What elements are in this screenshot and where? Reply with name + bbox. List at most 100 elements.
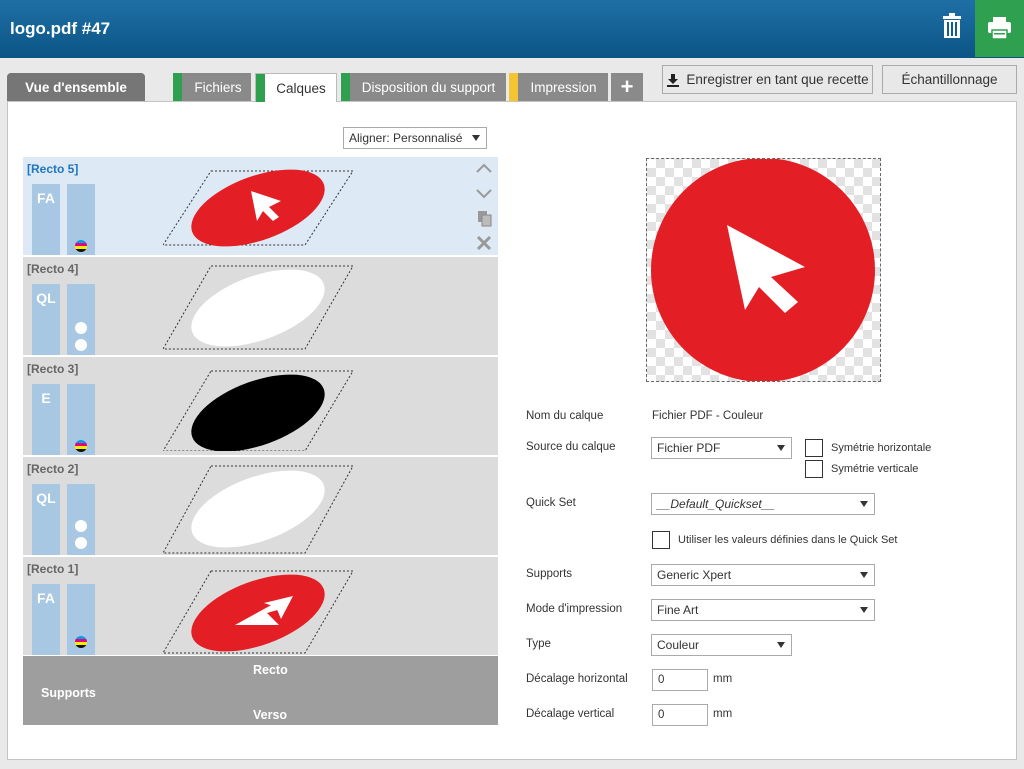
printer-icon bbox=[988, 17, 1011, 40]
supports-verso: Verso bbox=[253, 708, 288, 722]
layer-color-indicator bbox=[67, 584, 95, 655]
chevron-up-icon[interactable] bbox=[473, 160, 495, 176]
layer-mode-label: E bbox=[41, 390, 51, 406]
title-bar: logo.pdf #47 bbox=[0, 0, 1024, 58]
tab-layout-label: Disposition du support bbox=[361, 79, 496, 95]
layer-color-indicator bbox=[67, 484, 95, 555]
type-value: Couleur bbox=[657, 638, 700, 652]
chevron-down-icon[interactable] bbox=[473, 185, 495, 201]
supports-recto: Recto bbox=[253, 663, 288, 677]
chevron-down-icon bbox=[777, 445, 785, 451]
layer-mode-badge: QL bbox=[32, 284, 60, 355]
offset-vertical-label: Décalage vertical bbox=[526, 708, 615, 720]
layer-name-label: Nom du calque bbox=[526, 410, 604, 422]
layer-thumbnail bbox=[163, 465, 354, 554]
layer-name: [Recto 3] bbox=[27, 362, 79, 376]
save-recipe-label: Enregistrer en tant que recette bbox=[686, 72, 869, 87]
white-dots-icon bbox=[75, 520, 87, 549]
status-stripe bbox=[256, 74, 265, 102]
cmyk-icon bbox=[75, 636, 87, 648]
layer-item[interactable]: [Recto 2] QL bbox=[23, 457, 498, 555]
white-dots-icon bbox=[75, 322, 87, 351]
layer-color-indicator bbox=[67, 384, 95, 455]
supports-row: Supports Recto Verso bbox=[23, 656, 498, 725]
layer-mode-label: QL bbox=[36, 490, 56, 506]
mirror-vertical-checkbox[interactable] bbox=[805, 460, 823, 478]
layer-name: [Recto 1] bbox=[27, 562, 79, 576]
sampling-button[interactable]: Échantillonnage bbox=[882, 65, 1017, 94]
tab-print[interactable]: Impression bbox=[509, 73, 608, 101]
tab-print-label: Impression bbox=[530, 79, 597, 95]
tab-layout[interactable]: Disposition du support bbox=[341, 73, 506, 101]
tab-layers[interactable]: Calques bbox=[255, 73, 337, 102]
tab-files-label: Fichiers bbox=[194, 79, 242, 95]
quickset-value: __Default_Quickset__ bbox=[657, 497, 776, 511]
close-icon[interactable] bbox=[473, 235, 495, 251]
type-select[interactable]: Couleur bbox=[651, 634, 792, 656]
layer-mode-badge: QL bbox=[32, 484, 60, 555]
add-tab-button[interactable]: + bbox=[611, 73, 643, 101]
layer-name-value: Fichier PDF - Couleur bbox=[652, 410, 764, 422]
cmyk-icon bbox=[75, 440, 87, 452]
offset-vertical-input[interactable]: 0 bbox=[652, 704, 708, 726]
print-mode-label: Mode d'impression bbox=[526, 603, 623, 615]
align-select[interactable]: Aligner: Personnalisé bbox=[343, 127, 487, 149]
layer-mode-label: QL bbox=[36, 290, 56, 306]
tab-overview[interactable]: Vue d'ensemble bbox=[7, 73, 145, 101]
mirror-horizontal-label: Symétrie horizontale bbox=[831, 442, 932, 454]
type-label: Type bbox=[526, 638, 551, 650]
layer-color-indicator bbox=[67, 284, 95, 355]
tab-layers-label: Calques bbox=[276, 80, 326, 96]
layer-color-indicator bbox=[67, 184, 95, 255]
supports-label: Supports bbox=[41, 686, 96, 700]
chevron-down-icon bbox=[860, 501, 868, 507]
layer-preview-image bbox=[651, 158, 875, 382]
mirror-vertical-label: Symétrie verticale bbox=[831, 463, 919, 475]
layer-source-select[interactable]: Fichier PDF bbox=[651, 437, 792, 459]
chevron-down-icon bbox=[860, 607, 868, 613]
use-quickset-checkbox[interactable] bbox=[652, 531, 670, 549]
layer-name: [Recto 2] bbox=[27, 462, 79, 476]
save-recipe-button[interactable]: Enregistrer en tant que recette bbox=[662, 65, 873, 94]
layer-name: [Recto 5] bbox=[27, 162, 79, 176]
status-stripe bbox=[173, 73, 182, 101]
layer-thumbnail bbox=[163, 370, 354, 451]
chevron-down-icon bbox=[777, 642, 785, 648]
print-mode-value: Fine Art bbox=[657, 603, 699, 617]
offset-horizontal-unit: mm bbox=[713, 673, 733, 685]
media-value: Generic Xpert bbox=[657, 568, 732, 582]
chevron-down-icon bbox=[860, 572, 868, 578]
layer-mode-badge: FA bbox=[32, 184, 60, 255]
layer-item[interactable]: [Recto 5] FA bbox=[23, 157, 498, 255]
download-icon bbox=[667, 73, 680, 87]
layer-mode-label: FA bbox=[37, 590, 55, 606]
layer-item[interactable]: [Recto 1] FA bbox=[23, 557, 498, 655]
quickset-label: Quick Set bbox=[526, 497, 576, 509]
align-value: Aligner: Personnalisé bbox=[349, 131, 463, 145]
cmyk-icon bbox=[75, 240, 87, 252]
layer-mode-badge: E bbox=[32, 384, 60, 455]
tab-files[interactable]: Fichiers bbox=[173, 73, 251, 101]
layer-name: [Recto 4] bbox=[27, 262, 79, 276]
print-mode-select[interactable]: Fine Art bbox=[651, 599, 875, 621]
layer-item[interactable]: [Recto 3] E bbox=[23, 357, 498, 455]
chevron-down-icon bbox=[472, 135, 480, 141]
print-button[interactable] bbox=[975, 0, 1024, 57]
layer-source-label: Source du calque bbox=[526, 441, 616, 453]
use-quickset-label: Utiliser les valeurs définies dans le Qu… bbox=[678, 534, 898, 546]
trash-icon[interactable] bbox=[932, 6, 972, 50]
layer-thumbnail bbox=[163, 570, 354, 654]
offset-vertical-unit: mm bbox=[713, 708, 733, 720]
mirror-horizontal-checkbox[interactable] bbox=[805, 439, 823, 457]
media-label: Supports bbox=[526, 568, 573, 580]
status-stripe bbox=[341, 73, 350, 101]
media-select[interactable]: Generic Xpert bbox=[651, 564, 875, 586]
quickset-select[interactable]: __Default_Quickset__ bbox=[651, 493, 875, 515]
layer-preview bbox=[646, 158, 881, 382]
duplicate-icon[interactable] bbox=[473, 209, 495, 227]
offset-horizontal-input[interactable]: 0 bbox=[652, 669, 708, 691]
layer-source-value: Fichier PDF bbox=[657, 441, 721, 455]
layer-item[interactable]: [Recto 4] QL bbox=[23, 257, 498, 355]
layer-thumbnail bbox=[163, 265, 354, 350]
layer-thumbnail bbox=[163, 169, 354, 247]
